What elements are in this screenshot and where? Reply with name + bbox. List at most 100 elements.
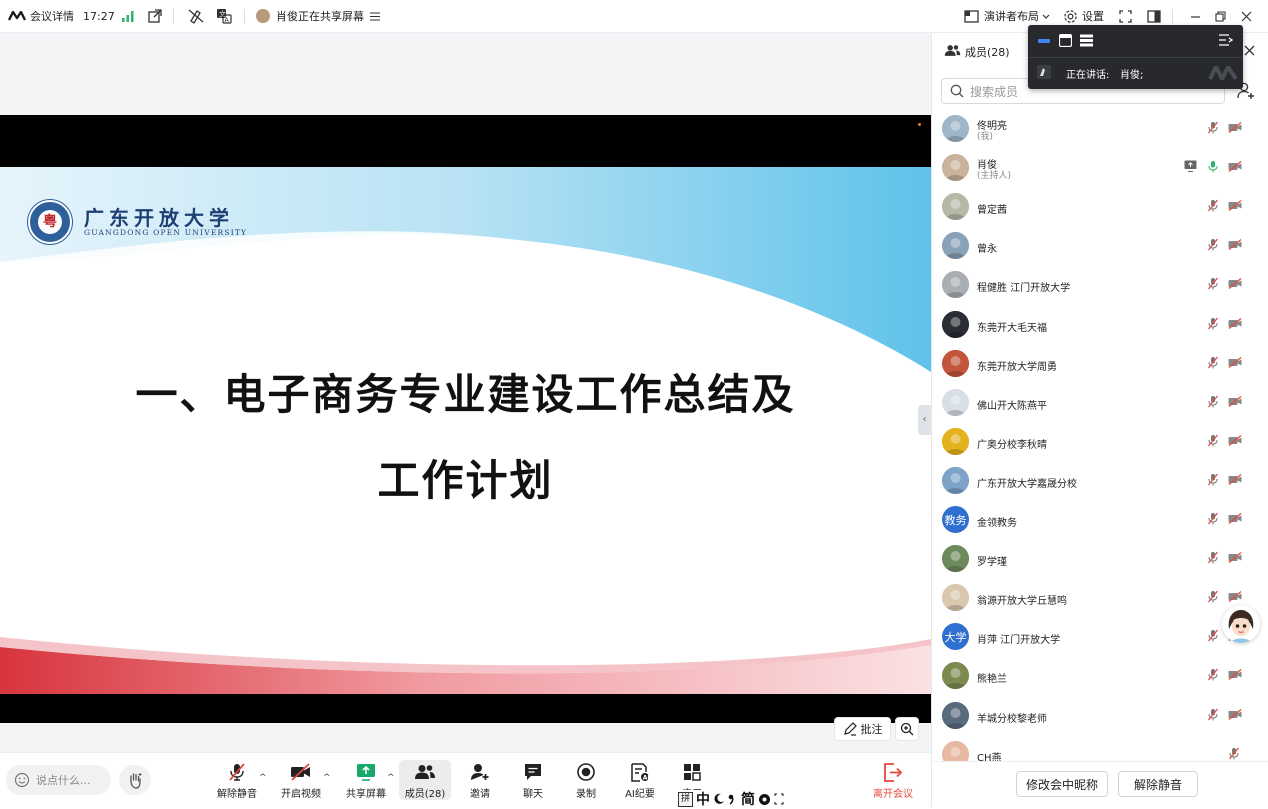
close-panel-icon[interactable] <box>1244 45 1255 56</box>
collapse-window-icon[interactable] <box>1219 34 1233 46</box>
ime-moon-icon <box>713 793 725 805</box>
camera-off-icon <box>1228 591 1242 603</box>
member-role: (主持人) <box>977 171 1012 182</box>
member-row[interactable]: 肖俊 (主持人) <box>932 148 1268 187</box>
chat-button[interactable]: 聊天 <box>515 761 551 803</box>
mic-muted-icon <box>1207 317 1219 330</box>
signal-strength-icon <box>122 8 134 24</box>
video-options-caret[interactable]: ^ <box>323 773 331 783</box>
list-view-icon[interactable] <box>1080 34 1093 47</box>
member-row[interactable]: 佛山开大陈燕平 <box>932 383 1268 422</box>
slide-background-swoosh <box>0 167 931 694</box>
current-speaker: 肖俊; <box>1120 70 1144 81</box>
ime-simplified-mode[interactable]: 简 <box>741 789 755 809</box>
ime-chinese-mode[interactable]: 中 <box>696 789 710 809</box>
unmute-all-button[interactable]: 解除静音 <box>1118 771 1198 797</box>
member-row[interactable]: 东莞开大毛天福 <box>932 305 1268 344</box>
gear-icon <box>1063 9 1078 24</box>
member-row[interactable]: 教务 金领教务 <box>932 500 1268 539</box>
raise-hand-button[interactable] <box>119 765 151 795</box>
camera-off-icon <box>1228 395 1242 407</box>
university-name-cn: 广东开放大学 <box>84 206 234 230</box>
restore-window-icon[interactable] <box>1215 8 1226 24</box>
share-screen-button[interactable]: 共享屏幕 <box>344 761 388 803</box>
unmute-button[interactable]: 解除静音 <box>216 761 258 803</box>
members-panel-title: 成员(28) <box>965 46 1010 59</box>
record-button[interactable]: 录制 <box>568 761 604 803</box>
tencent-watermark-icon <box>1208 66 1238 80</box>
divider <box>1028 57 1243 58</box>
member-name: 东莞开放大学周勇 <box>977 361 1057 373</box>
mic-muted-icon <box>1207 512 1219 525</box>
member-row[interactable]: 曾永 <box>932 226 1268 265</box>
member-name: 广东开放大学嘉晟分校 <box>977 478 1077 490</box>
mic-muted-icon <box>1207 199 1219 212</box>
leave-meeting-button[interactable]: 离开会议 <box>870 761 916 803</box>
camera-off-icon <box>1228 278 1242 290</box>
speaker-avatar <box>1037 65 1051 79</box>
member-name: 金领教务 <box>977 518 1017 529</box>
camera-off-icon <box>1228 473 1242 485</box>
member-role: (我) <box>977 132 994 142</box>
slide-title-line-1: 一、电子商务专业建设工作总结及 <box>135 370 796 419</box>
chevron-down-icon <box>1042 14 1050 19</box>
member-row[interactable]: 广奥分校李秋晴 <box>932 422 1268 461</box>
member-row[interactable]: 大学 肖萍 江门开放大学 <box>932 617 1268 656</box>
translate-icon[interactable]: 文A <box>216 8 232 24</box>
quick-chat-input[interactable]: 说点什么... <box>6 765 111 795</box>
settings-button[interactable]: 设置 <box>1063 8 1104 24</box>
toggle-sidebar-icon[interactable] <box>1147 8 1161 24</box>
sharer-status-text: 肖俊正在共享屏幕 <box>276 10 364 23</box>
annotate-button[interactable]: 批注 <box>834 717 891 741</box>
meeting-info-button[interactable]: 会议详情 <box>8 8 74 24</box>
member-row[interactable]: 东莞开放大学周勇 <box>932 344 1268 383</box>
zoom-button[interactable] <box>895 717 919 741</box>
member-name: 曾永 <box>977 244 997 256</box>
share-options-caret[interactable]: ^ <box>387 773 395 783</box>
speaker-floating-window[interactable]: 正在讲话: 肖俊; <box>1028 25 1243 89</box>
audio-options-caret[interactable]: ^ <box>259 773 267 783</box>
minimize-icon[interactable] <box>1190 8 1201 24</box>
invite-button[interactable]: 邀请 <box>462 761 498 803</box>
ai-assistant-avatar[interactable] <box>1222 605 1260 643</box>
member-name: 佛山开大陈燕平 <box>977 400 1047 412</box>
fullscreen-icon[interactable] <box>1119 8 1132 24</box>
ime-toolbar[interactable]: 拼 中 简 <box>678 790 784 808</box>
svg-text:AI: AI <box>643 774 650 781</box>
chat-bubble-icon <box>523 761 543 783</box>
start-video-button[interactable]: 开启视频 <box>279 761 323 803</box>
external-link-icon[interactable] <box>148 8 162 24</box>
members-button[interactable]: 成员(28) <box>399 761 451 803</box>
tencent-meeting-logo-icon <box>8 11 26 21</box>
member-row[interactable]: 程健胜 江门开放大学 <box>932 265 1268 304</box>
close-window-icon[interactable] <box>1241 8 1252 24</box>
camera-off-icon <box>1228 317 1242 329</box>
ime-more-icon <box>774 793 784 805</box>
member-name: 翁源开放大学丘慧鸣 <box>977 596 1067 608</box>
rename-in-meeting-button[interactable]: 修改会中昵称 <box>1016 771 1108 797</box>
member-row[interactable]: 佟明亮 (我) <box>932 109 1268 148</box>
member-row[interactable]: 曾定茜 <box>932 187 1268 226</box>
quick-chat-placeholder: 说点什么... <box>36 774 91 787</box>
mic-muted-icon <box>1207 395 1219 408</box>
meeting-time: 17:27 <box>83 9 115 23</box>
gallery-view-icon[interactable] <box>1059 34 1072 47</box>
collapse-panel-handle[interactable]: ‹ <box>918 405 931 435</box>
layout-switch-button[interactable]: 演讲者布局 <box>964 8 1050 24</box>
sharing-status[interactable]: 肖俊正在共享屏幕 <box>256 8 380 24</box>
ai-minutes-button[interactable]: AI AI纪要 <box>621 761 659 803</box>
annotation-off-icon[interactable] <box>188 8 204 24</box>
camera-off-icon <box>1228 122 1242 133</box>
divider <box>173 9 174 24</box>
member-row[interactable]: 罗学瑾 <box>932 539 1268 578</box>
mic-muted-icon <box>1228 747 1240 760</box>
member-avatar <box>942 701 969 729</box>
member-row[interactable]: 熊艳兰 <box>932 656 1268 695</box>
member-row[interactable]: CH燕 <box>932 735 1268 761</box>
shared-screen-area: 粤 广东开放大学 GUANGDONG OPEN UNIVERSITY 一、电子商… <box>0 33 931 752</box>
speaker-view-icon[interactable] <box>1038 39 1050 43</box>
member-row[interactable]: 广东开放大学嘉晟分校 <box>932 461 1268 500</box>
member-row[interactable]: 羊城分校黎老师 <box>932 696 1268 735</box>
member-row[interactable]: 翁源开放大学丘慧鸣 <box>932 578 1268 617</box>
add-person-icon <box>470 761 490 783</box>
